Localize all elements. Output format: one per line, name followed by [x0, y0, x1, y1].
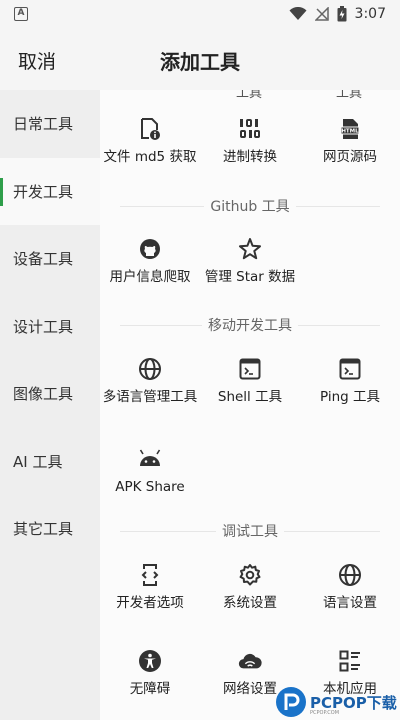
no-signal-icon	[314, 7, 329, 21]
sidebar-item-device[interactable]: 设备工具	[0, 225, 100, 293]
globe-icon	[137, 356, 163, 382]
app-list-icon	[337, 648, 363, 674]
tool-html-source[interactable]: HTML 网页源码	[300, 116, 400, 166]
sidebar-item-other[interactable]: 其它工具	[0, 495, 100, 563]
tool-base-convert[interactable]: 进制转换	[200, 116, 300, 166]
section-header-mobile: 移动开发工具	[100, 315, 400, 335]
tool-label: 语言设置	[323, 595, 377, 611]
sidebar-item-image[interactable]: 图像工具	[0, 360, 100, 428]
tool-label: 开发者选项	[116, 595, 184, 611]
tool-github-user[interactable]: 用户信息爬取	[100, 236, 200, 286]
html-file-icon: HTML	[337, 116, 363, 142]
sidebar-item-label: 开发工具	[13, 182, 74, 201]
tool-developer-options[interactable]: 开发者选项	[100, 562, 200, 612]
sidebar-item-label: 设备工具	[13, 250, 74, 269]
status-bar: A 3:07	[0, 0, 400, 28]
tool-apk-share[interactable]: APK Share	[100, 446, 200, 496]
tool-label: 文件 md5 获取	[103, 149, 197, 165]
tool-label: 无障碍	[129, 681, 171, 697]
tool-label: Ping 工具	[319, 389, 380, 405]
cutoff-label: 工具	[236, 90, 263, 100]
wifi-icon	[289, 7, 307, 21]
watermark-subtext: PCPOP.COM	[310, 710, 340, 716]
wifi-cloud-icon	[237, 648, 263, 674]
status-time: 3:07	[354, 6, 386, 22]
sidebar-item-daily[interactable]: 日常工具	[0, 90, 100, 158]
star-icon	[237, 236, 263, 262]
tool-label: 多语言管理工具	[102, 389, 198, 405]
sidebar-item-design[interactable]: 设计工具	[0, 293, 100, 361]
file-info-icon	[137, 116, 163, 142]
tool-row: 用户信息爬取 管理 Star 数据	[100, 236, 400, 286]
tool-label: 管理 Star 数据	[204, 269, 296, 285]
section-title: 移动开发工具	[202, 315, 298, 335]
app-bar: 添加工具 取消	[0, 28, 400, 90]
tool-label: 网页源码	[323, 149, 377, 165]
android-icon	[137, 446, 163, 472]
tool-row: 多语言管理工具 Shell 工具 Ping 工具	[100, 356, 400, 406]
section-title: 调试工具	[216, 521, 284, 541]
tool-shell[interactable]: Shell 工具	[200, 356, 300, 406]
section-title: Github 工具	[204, 196, 296, 216]
tool-language-settings[interactable]: 语言设置	[300, 562, 400, 612]
tool-label: Shell 工具	[217, 389, 283, 405]
tool-i18n[interactable]: 多语言管理工具	[100, 356, 200, 406]
tool-label: 进制转换	[223, 149, 277, 165]
tool-row: 开发者选项 系统设置 语言设置	[100, 562, 400, 612]
sidebar-item-ai[interactable]: AI 工具	[0, 428, 100, 496]
tool-row: 文件 md5 获取 进制转换 HTML 网页源码	[100, 116, 400, 166]
sidebar-item-dev[interactable]: 开发工具	[0, 157, 100, 225]
tool-grid: 工具 工具 文件 md5 获取 进制转换 HTML 网页源码 Github 工具	[100, 90, 400, 720]
tool-ping[interactable]: Ping 工具	[300, 356, 400, 406]
tool-row: APK Share	[100, 446, 400, 496]
cutoff-label: 工具	[336, 90, 363, 100]
sidebar-item-label: 其它工具	[13, 520, 74, 539]
terminal-icon	[237, 356, 263, 382]
sidebar-item-label: AI 工具	[13, 452, 63, 471]
tool-system-settings[interactable]: 系统设置	[200, 562, 300, 612]
section-header-github: Github 工具	[100, 196, 400, 216]
tool-label: APK Share	[115, 479, 185, 495]
tool-file-md5[interactable]: 文件 md5 获取	[100, 116, 200, 166]
gear-icon	[237, 562, 263, 588]
sidebar-item-label: 日常工具	[13, 115, 74, 134]
page-title: 添加工具	[160, 50, 240, 74]
sidebar-item-label: 图像工具	[13, 385, 74, 404]
github-icon	[137, 236, 163, 262]
globe-icon	[337, 562, 363, 588]
notification-a-icon: A	[14, 7, 28, 21]
section-header-debug: 调试工具	[100, 521, 400, 541]
battery-charging-icon	[337, 6, 347, 22]
cutoff-row: 工具 工具	[100, 90, 400, 100]
svg-text:HTML: HTML	[341, 129, 359, 135]
developer-phone-icon	[137, 562, 163, 588]
watermark: PCPOP下载 PCPOP.COM	[276, 684, 400, 720]
tool-accessibility[interactable]: 无障碍	[100, 648, 200, 698]
tool-label: 系统设置	[223, 595, 277, 611]
watermark-logo-icon	[276, 687, 306, 717]
cancel-button[interactable]: 取消	[18, 47, 56, 74]
sidebar-item-label: 设计工具	[13, 317, 74, 336]
tool-github-star[interactable]: 管理 Star 数据	[200, 236, 300, 286]
terminal-icon	[337, 356, 363, 382]
tool-label: 用户信息爬取	[109, 269, 191, 285]
accessibility-icon	[137, 648, 163, 674]
binary-icon	[237, 116, 263, 142]
category-sidebar: 日常工具 开发工具 设备工具 设计工具 图像工具 AI 工具 其它工具	[0, 90, 100, 720]
